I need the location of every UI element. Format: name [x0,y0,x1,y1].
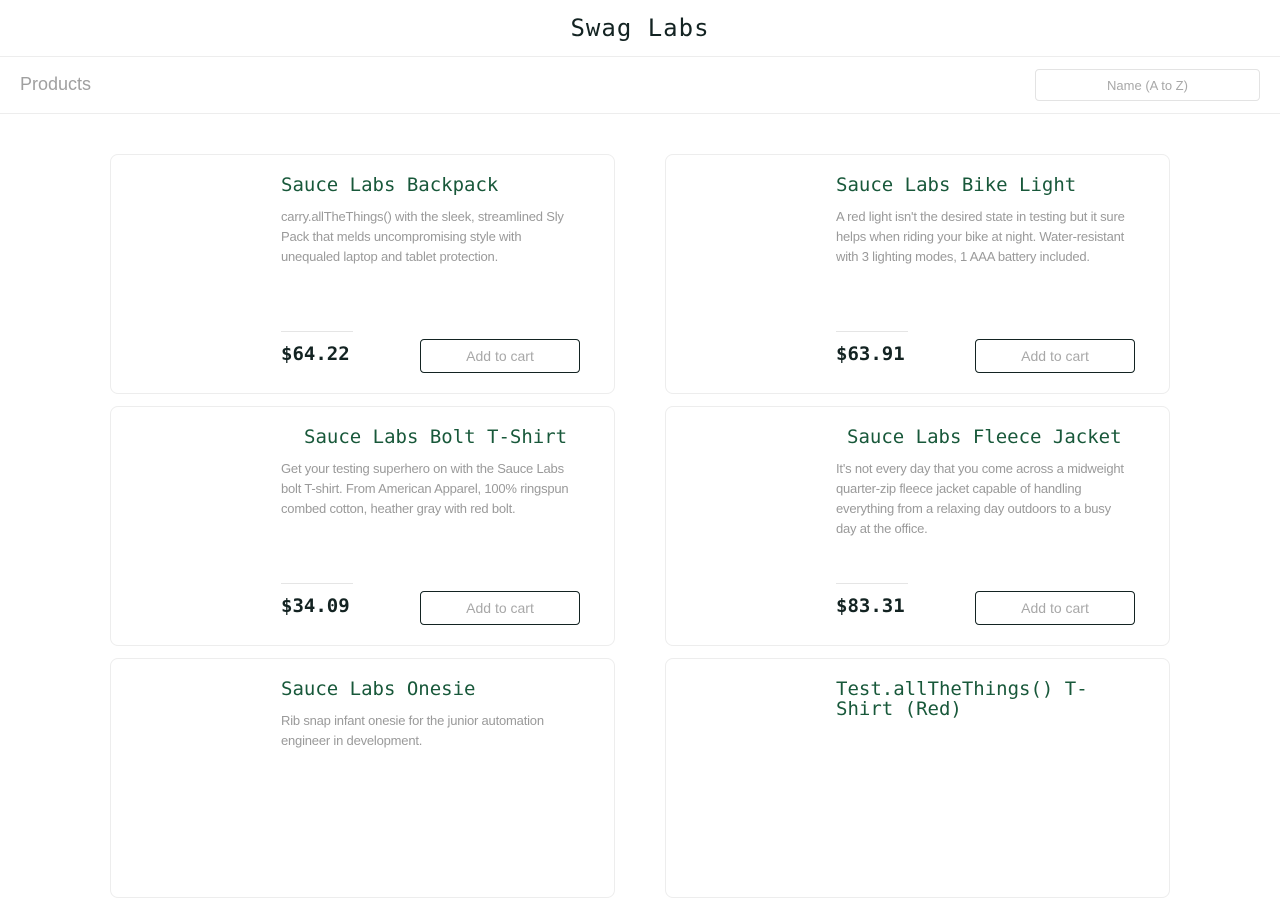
page-title: Products [20,74,92,94]
product-description: Get your testing superhero on with the S… [281,461,569,516]
product-description: A red light isn't the desired state in t… [836,209,1125,264]
sort-dropdown[interactable]: Name (A to Z) [1035,69,1260,101]
product-card-fleece-jacket: Sauce Labs Fleece Jacket It's not every … [665,406,1170,646]
product-name-link[interactable]: Sauce Labs Fleece Jacket [847,427,1157,447]
add-to-cart-button[interactable]: Add to cart [975,339,1135,373]
price-divider [281,331,353,332]
product-name-link[interactable]: Sauce Labs Onesie [281,679,591,699]
product-price: $63.91 [836,343,905,365]
product-card-bolt-tshirt: Sauce Labs Bolt T-Shirt Get your testing… [110,406,615,646]
product-name-link[interactable]: Sauce Labs Bolt T-Shirt [304,427,614,447]
product-description: carry.allTheThings() with the sleek, str… [281,209,564,264]
products-subheader: Products Name (A to Z) [0,57,1280,114]
price-divider [836,331,908,332]
add-to-cart-button[interactable]: Add to cart [975,591,1135,625]
product-name-link[interactable]: Sauce Labs Backpack [281,175,591,195]
product-description: It's not every day that you come across … [836,461,1124,536]
app-title: Swag Labs [570,14,710,42]
product-price: $83.31 [836,595,905,617]
product-card-onesie: Sauce Labs Onesie Rib snap infant onesie… [110,658,615,898]
product-name-link[interactable]: Test.allTheThings() T-Shirt (Red) [836,679,1126,719]
price-divider [836,583,908,584]
price-divider [281,583,353,584]
product-name-link[interactable]: Sauce Labs Bike Light [836,175,1146,195]
product-card-test-tshirt-red: Test.allTheThings() T-Shirt (Red) [665,658,1170,898]
add-to-cart-button[interactable]: Add to cart [420,339,580,373]
product-price: $64.22 [281,343,350,365]
add-to-cart-button[interactable]: Add to cart [420,591,580,625]
product-price: $34.09 [281,595,350,617]
product-card-backpack: Sauce Labs Backpack carry.allTheThings()… [110,154,615,394]
product-description: Rib snap infant onesie for the junior au… [281,713,544,748]
app-header: Swag Labs [0,0,1280,57]
product-card-bike-light: Sauce Labs Bike Light A red light isn't … [665,154,1170,394]
